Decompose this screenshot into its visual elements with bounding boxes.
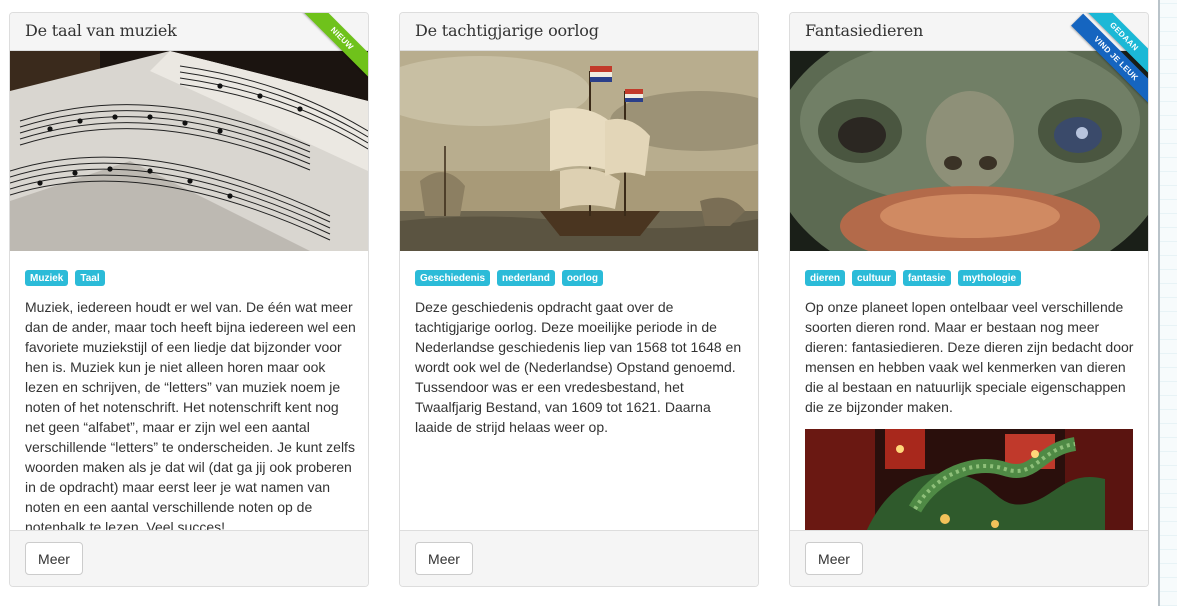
tag-badge[interactable]: Muziek xyxy=(25,270,69,286)
card-title: De tachtigjarige oorlog xyxy=(415,21,599,40)
card-body: Op onze planeet lopen ontelbaar veel ver… xyxy=(805,297,1140,531)
more-button[interactable]: Meer xyxy=(25,542,83,575)
ribbon-corner: GEDAAN VIND JE LEUK xyxy=(1039,13,1148,122)
tag-badge[interactable]: mythologie xyxy=(957,270,1022,286)
card-header: De tachtigjarige oorlog xyxy=(400,13,758,51)
tag-badge[interactable]: oorlog xyxy=(561,270,603,286)
card-body: Muziek, iedereen houdt er wel van. De éé… xyxy=(25,297,360,531)
ribbon-nieuw: NIEUW xyxy=(297,13,368,84)
tag-badge[interactable]: Geschiedenis xyxy=(415,270,491,286)
dragon-image[interactable] xyxy=(805,429,1133,531)
card-description: Deze geschiedenis opdracht gaat over de … xyxy=(415,299,742,435)
more-button[interactable]: Meer xyxy=(805,542,863,575)
assignment-card-fantasiedieren[interactable]: Fantasiedieren GEDAAN VIND JE LEUK diere… xyxy=(789,12,1149,587)
tag-list: dieren cultuur fantasie mythologie xyxy=(805,270,1022,286)
tag-list: Muziek Taal xyxy=(25,270,105,286)
tag-list: Geschiedenis nederland oorlog xyxy=(415,270,603,286)
tag-badge[interactable]: dieren xyxy=(805,270,846,286)
card-footer: Meer xyxy=(790,530,1148,586)
tag-badge[interactable]: nederland xyxy=(497,270,555,286)
assignment-card-muziek[interactable]: De taal van muziek NIEUW Muziek Taal Muz… xyxy=(9,12,369,587)
more-button[interactable]: Meer xyxy=(415,542,473,575)
ship-painting-image[interactable] xyxy=(400,51,758,251)
card-footer: Meer xyxy=(400,530,758,586)
page-scroll-edge xyxy=(1158,0,1177,606)
card-description: Muziek, iedereen houdt er wel van. De éé… xyxy=(25,299,356,531)
tag-badge[interactable]: fantasie xyxy=(902,270,951,286)
ribbon-corner: NIEUW xyxy=(293,13,368,88)
assignment-card-tachtigjarige-oorlog[interactable]: De tachtigjarige oorlog Geschiedenis ned… xyxy=(399,12,759,587)
card-description: Op onze planeet lopen ontelbaar veel ver… xyxy=(805,299,1134,415)
card-body: Deze geschiedenis opdracht gaat over de … xyxy=(415,297,750,531)
tag-badge[interactable]: cultuur xyxy=(852,270,896,286)
tag-badge[interactable]: Taal xyxy=(75,270,105,286)
card-footer: Meer xyxy=(10,530,368,586)
